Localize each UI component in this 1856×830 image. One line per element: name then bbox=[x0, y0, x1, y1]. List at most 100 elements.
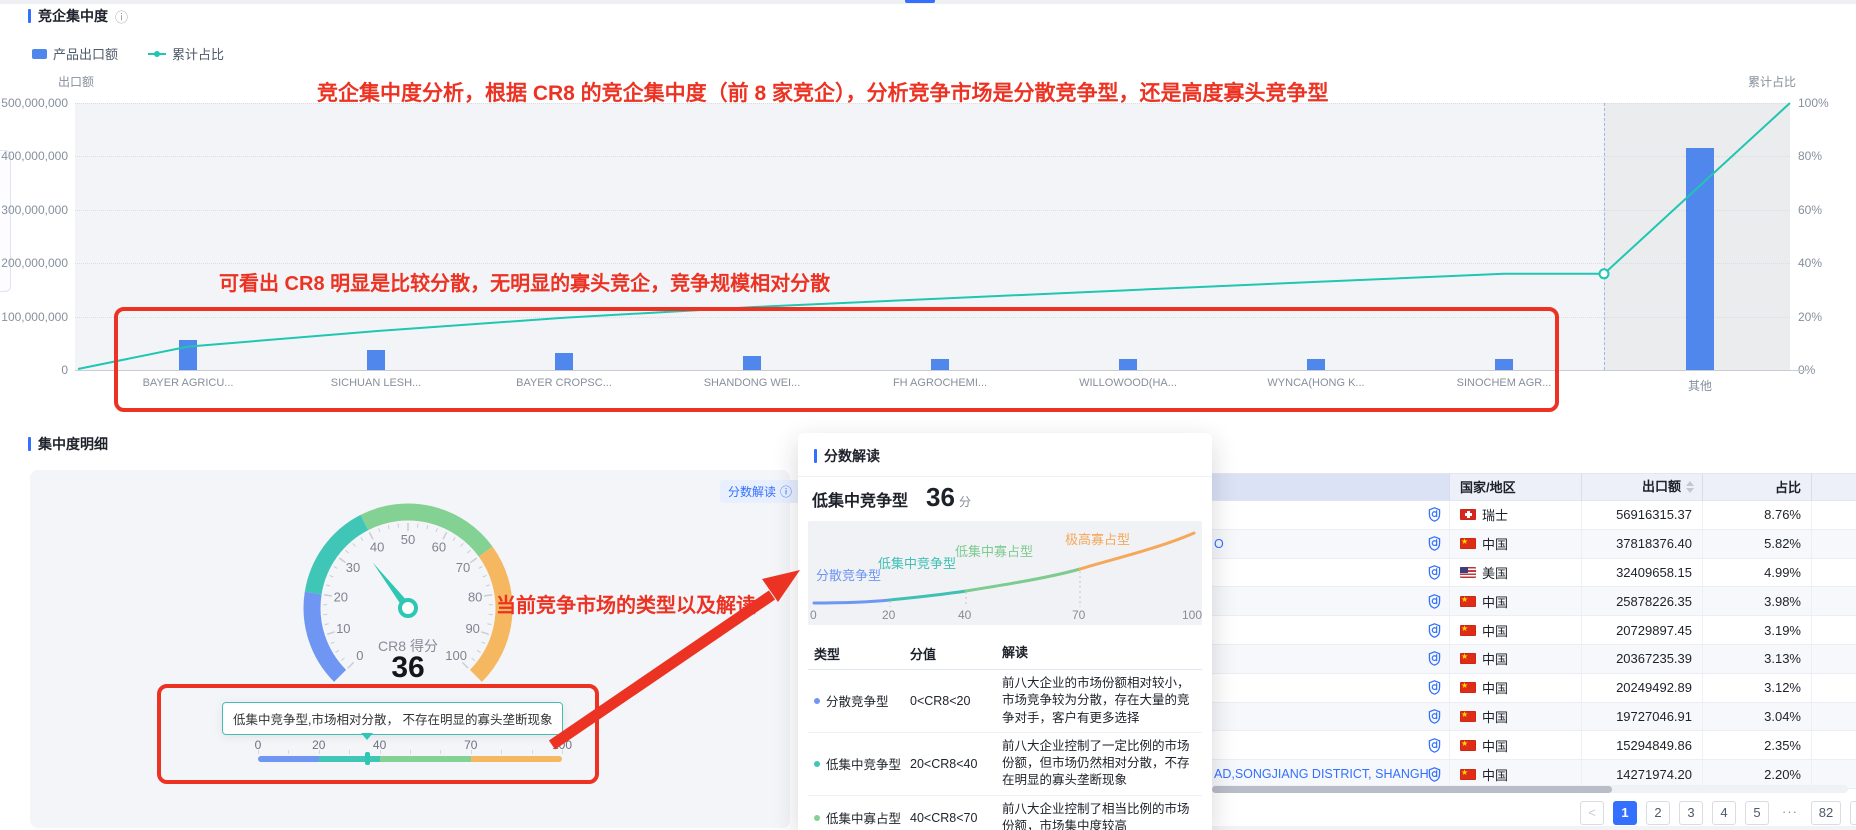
score-table-body: 分散竞争型0<CR8<20前八大企业的市场份额相对较小，市场竞争较为分散，存在大… bbox=[808, 670, 1202, 830]
page-button-82[interactable]: 82 bbox=[1811, 801, 1841, 825]
gauge-tick bbox=[418, 524, 419, 528]
company-profile-shield-icon[interactable] bbox=[1428, 594, 1441, 609]
country-name: 中国 bbox=[1482, 534, 1508, 553]
h-gridline bbox=[75, 263, 1790, 264]
curve-zone-segment bbox=[814, 600, 890, 603]
company-profile-shield-icon[interactable] bbox=[1428, 767, 1441, 782]
company-profile-shield-icon[interactable] bbox=[1428, 507, 1441, 522]
country-cell: 美国 bbox=[1450, 559, 1582, 587]
page-button-4[interactable]: 4 bbox=[1712, 801, 1736, 825]
page-button-1[interactable]: 1 bbox=[1613, 801, 1637, 825]
table-row[interactable]: O★中国37818376.405.82% bbox=[1212, 530, 1856, 559]
table-row[interactable]: 瑞士56916315.378.76% bbox=[1212, 501, 1856, 530]
y-axis-title-left: 出口额 bbox=[58, 73, 94, 90]
company-profile-shield-icon[interactable] bbox=[1428, 623, 1441, 638]
export-value-cell: 15294849.86 bbox=[1582, 731, 1703, 759]
gauge-tick-label: 60 bbox=[432, 539, 446, 554]
score-curve-chart: 分散竞争型低集中竞争型低集中寡占型极高寡占型0204070100 bbox=[808, 521, 1202, 625]
table-row[interactable]: 美国32409658.154.99% bbox=[1212, 559, 1856, 588]
legend-item-cumulative[interactable]: 累计占比 bbox=[148, 44, 224, 63]
flag-us-icon bbox=[1460, 567, 1476, 578]
company-name-link[interactable]: O bbox=[1214, 537, 1224, 551]
curve-zone-label: 低集中竞争型 bbox=[878, 553, 956, 572]
country-cell: ★中国 bbox=[1450, 645, 1582, 673]
row-spacer bbox=[1812, 616, 1856, 644]
gauge-tick bbox=[453, 537, 455, 540]
h-gridline bbox=[75, 156, 1790, 157]
export-value-cell: 20729897.45 bbox=[1582, 616, 1703, 644]
score-explain-popup: 分数解读 低集中竞争型 36 分 分散竞争型低集中竞争型低集中寡占型极高寡占型0… bbox=[798, 433, 1212, 830]
company-profile-shield-icon[interactable] bbox=[1428, 709, 1441, 724]
y-axis-tick-left: 100,000,000 bbox=[0, 310, 68, 324]
company-name-cell bbox=[1212, 645, 1450, 673]
score-range-cell: 0<CR8<20 bbox=[910, 694, 1002, 708]
company-table-header: 国家/地区出口额占比 bbox=[1212, 473, 1856, 501]
gauge-tick-label: 10 bbox=[336, 621, 350, 636]
score-type-cell: 低集中寡占型 bbox=[808, 808, 910, 827]
table-row[interactable]: ★中国15294849.862.35% bbox=[1212, 731, 1856, 760]
title-accent-bar bbox=[28, 437, 31, 451]
curve-zone-label: 极高寡占型 bbox=[1065, 529, 1130, 548]
gauge-tick bbox=[339, 558, 346, 563]
popup-title: 分数解读 bbox=[824, 446, 880, 466]
title-accent-bar bbox=[28, 9, 31, 23]
top-blue-indicator bbox=[905, 0, 935, 3]
annotation-headline: 竞企集中度分析，根据 CR8 的竞企集中度（前 8 家竞企），分析竞争市场是分散… bbox=[317, 77, 1329, 107]
table-row[interactable]: ★中国20249492.893.12% bbox=[1212, 674, 1856, 703]
popup-result-row: 低集中竞争型 36 分 bbox=[798, 477, 1212, 511]
gauge-tick bbox=[331, 642, 335, 644]
curve-x-tick: 100 bbox=[1182, 608, 1202, 622]
score-explain-badge[interactable]: 分数解读 ⓘ bbox=[720, 480, 800, 503]
gauge-tick bbox=[470, 558, 477, 563]
score-desc-cell: 前八大企业的市场份额相对较小，市场竞争较为分散，存在大量的竞争对手，客户有更多选… bbox=[1002, 675, 1202, 727]
page-button-2[interactable]: 2 bbox=[1646, 801, 1670, 825]
gauge-tick-label: 40 bbox=[370, 539, 384, 554]
type-dot-icon bbox=[814, 698, 820, 704]
country-name: 中国 bbox=[1482, 678, 1508, 697]
country-name: 瑞士 bbox=[1482, 505, 1508, 524]
row-spacer bbox=[1812, 559, 1856, 587]
company-name-link[interactable]: AD,SONGJIANG DISTRICT, SHANGHAI CHI... bbox=[1214, 767, 1428, 781]
country-name: 中国 bbox=[1482, 649, 1508, 668]
company-profile-shield-icon[interactable] bbox=[1428, 536, 1441, 551]
info-icon: ⓘ bbox=[780, 483, 792, 500]
legend-label: 累计占比 bbox=[172, 44, 224, 63]
left-drawer-handle[interactable] bbox=[0, 150, 11, 292]
row-spacer bbox=[1812, 731, 1856, 759]
company-name-cell bbox=[1212, 674, 1450, 702]
table-row[interactable]: ★中国19727046.913.04% bbox=[1212, 703, 1856, 732]
company-profile-shield-icon[interactable] bbox=[1428, 680, 1441, 695]
gauge-tick bbox=[346, 550, 349, 553]
score-range-cell: 40<CR8<70 bbox=[910, 811, 1002, 825]
export-column-header[interactable]: 出口额 bbox=[1582, 473, 1703, 501]
curve-zone-segment bbox=[966, 569, 1080, 591]
gauge-tick-label: 0 bbox=[356, 648, 363, 663]
table-row[interactable]: ★中国20367235.393.13% bbox=[1212, 645, 1856, 674]
page-ellipsis[interactable]: ··· bbox=[1778, 801, 1802, 825]
info-icon[interactable]: ⓘ bbox=[115, 7, 128, 26]
share-value-cell: 4.99% bbox=[1703, 559, 1812, 587]
next-page-button[interactable]: > bbox=[1850, 801, 1856, 825]
score-table-row: 分散竞争型0<CR8<20前八大企业的市场份额相对较小，市场竞争较为分散，存在大… bbox=[808, 670, 1202, 733]
gauge-tick-label: 100 bbox=[445, 648, 467, 663]
sort-icon[interactable] bbox=[1686, 481, 1694, 493]
score-table-header: 类型 分值 解读 bbox=[808, 638, 1202, 670]
score-table-row: 低集中寡占型40<CR8<70前八大企业控制了相当比例的市场份额，市场集中度较高 bbox=[808, 796, 1202, 830]
prev-page-button[interactable]: < bbox=[1580, 801, 1604, 825]
table-row[interactable]: ★中国20729897.453.19% bbox=[1212, 616, 1856, 645]
gauge-tick bbox=[427, 525, 428, 529]
company-profile-shield-icon[interactable] bbox=[1428, 565, 1441, 580]
country-column-header: 国家/地区 bbox=[1450, 473, 1582, 501]
y-axis-tick-right: 40% bbox=[1798, 256, 1850, 270]
page-button-5[interactable]: 5 bbox=[1745, 801, 1769, 825]
table-row[interactable]: ★中国25878226.353.98% bbox=[1212, 587, 1856, 616]
legend-item-export[interactable]: 产品出口额 bbox=[32, 44, 118, 63]
company-profile-shield-icon[interactable] bbox=[1428, 738, 1441, 753]
company-profile-shield-icon[interactable] bbox=[1428, 651, 1441, 666]
result-type-label: 低集中竞争型 bbox=[812, 487, 908, 511]
row-spacer bbox=[1812, 587, 1856, 615]
badge-label: 分数解读 bbox=[728, 483, 776, 500]
horizontal-scrollbar-thumb[interactable] bbox=[1212, 786, 1612, 793]
page-button-3[interactable]: 3 bbox=[1679, 801, 1703, 825]
gauge-tick bbox=[336, 650, 339, 652]
